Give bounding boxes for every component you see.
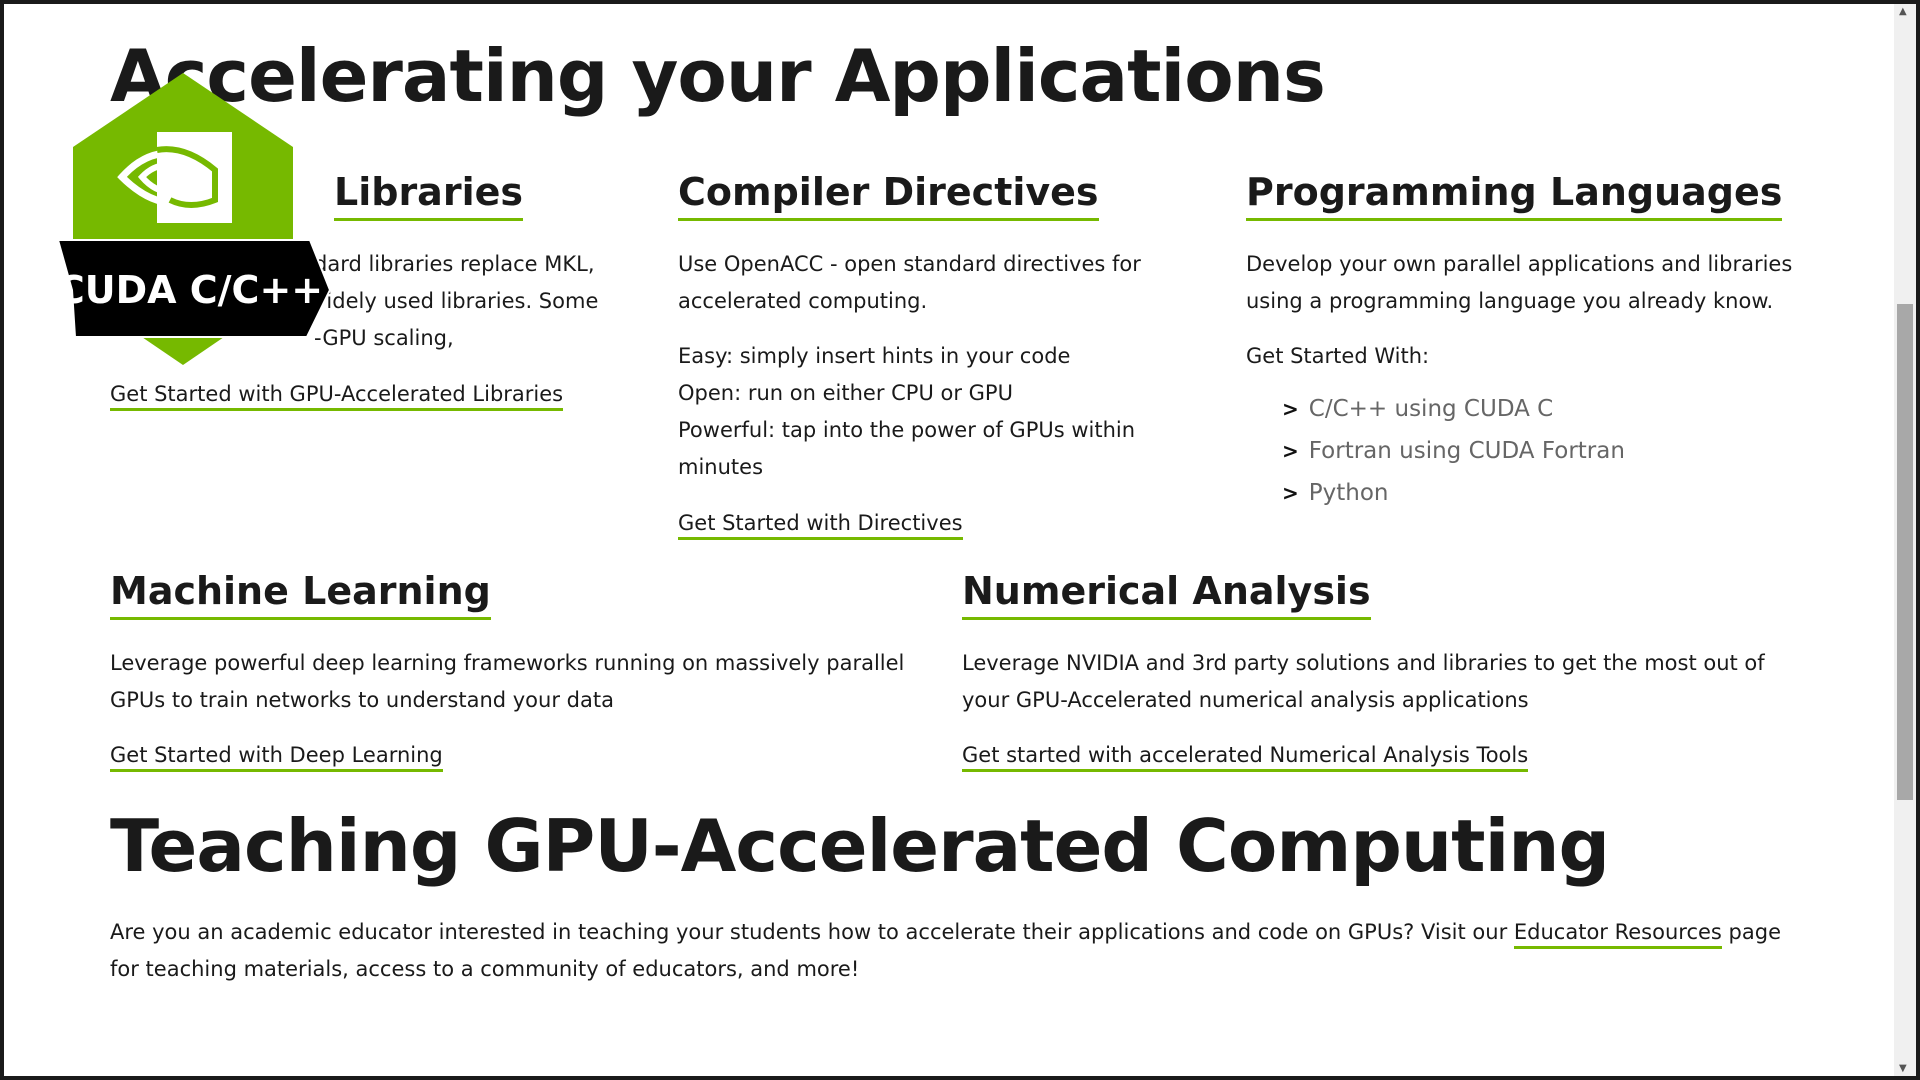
- educator-resources-link[interactable]: Educator Resources: [1513, 920, 1722, 949]
- languages-heading: Programming Languages: [1246, 170, 1783, 221]
- chevron-icon: >: [1282, 481, 1299, 505]
- numerical-link[interactable]: Get started with accelerated Numerical A…: [962, 743, 1529, 772]
- ml-heading: Machine Learning: [110, 569, 491, 620]
- language-label: C/C++ using CUDA C: [1308, 396, 1554, 422]
- language-link-python[interactable]: > Python: [1282, 480, 1389, 506]
- directives-text: Use OpenACC - open standard directives f…: [678, 252, 1141, 276]
- scroll-down-icon[interactable]: ▼: [1899, 1063, 1907, 1074]
- directives-link[interactable]: Get Started with Directives: [678, 511, 963, 540]
- scrollbar-thumb[interactable]: [1897, 304, 1913, 800]
- numerical-text: your GPU-Accelerated numerical analysis …: [962, 688, 1529, 712]
- directives-point: Powerful: tap into the power of GPUs wit…: [678, 418, 1136, 442]
- language-link-cuda-c[interactable]: > C/C++ using CUDA C: [1282, 396, 1553, 422]
- directives-point: Easy: simply insert hints in your code: [678, 344, 1071, 368]
- teaching-text-2: page: [1728, 920, 1781, 944]
- teaching-text-3: for teaching materials, access to a comm…: [110, 957, 860, 981]
- libraries-heading: Libraries: [334, 170, 523, 221]
- teaching-text-1: Are you an academic educator interested …: [110, 920, 1508, 944]
- ml-link[interactable]: Get Started with Deep Learning: [110, 743, 443, 772]
- get-started-label: Get Started With:: [1246, 344, 1430, 368]
- ml-text: GPUs to train networks to understand you…: [110, 688, 614, 712]
- badge-label: CUDA C/C++: [57, 268, 323, 312]
- directives-heading: Compiler Directives: [678, 170, 1099, 221]
- language-label: Python: [1308, 480, 1389, 506]
- ml-text: Leverage powerful deep learning framewor…: [110, 651, 905, 675]
- chevron-icon: >: [1282, 439, 1299, 463]
- scrollbar[interactable]: ▲ ▼: [1894, 4, 1916, 1076]
- scroll-up-icon[interactable]: ▲: [1899, 6, 1907, 17]
- directives-text: accelerated computing.: [678, 289, 928, 313]
- language-label: Fortran using CUDA Fortran: [1308, 438, 1625, 464]
- chevron-icon: >: [1282, 397, 1299, 421]
- numerical-text: Leverage NVIDIA and 3rd party solutions …: [962, 651, 1765, 675]
- directives-point: minutes: [678, 455, 764, 479]
- teaching-text: Are you an academic educator interested …: [110, 914, 1781, 951]
- language-link-fortran[interactable]: > Fortran using CUDA Fortran: [1282, 438, 1625, 464]
- languages-text: using a programming language you already…: [1246, 289, 1774, 313]
- page: Accelerating your Applications Libraries…: [4, 4, 1916, 1076]
- numerical-heading: Numerical Analysis: [962, 569, 1371, 620]
- teaching-title: Teaching GPU-Accelerated Computing: [110, 804, 1610, 888]
- directives-point: Open: run on either CPU or GPU: [678, 381, 1013, 405]
- languages-text: Develop your own parallel applications a…: [1246, 252, 1793, 276]
